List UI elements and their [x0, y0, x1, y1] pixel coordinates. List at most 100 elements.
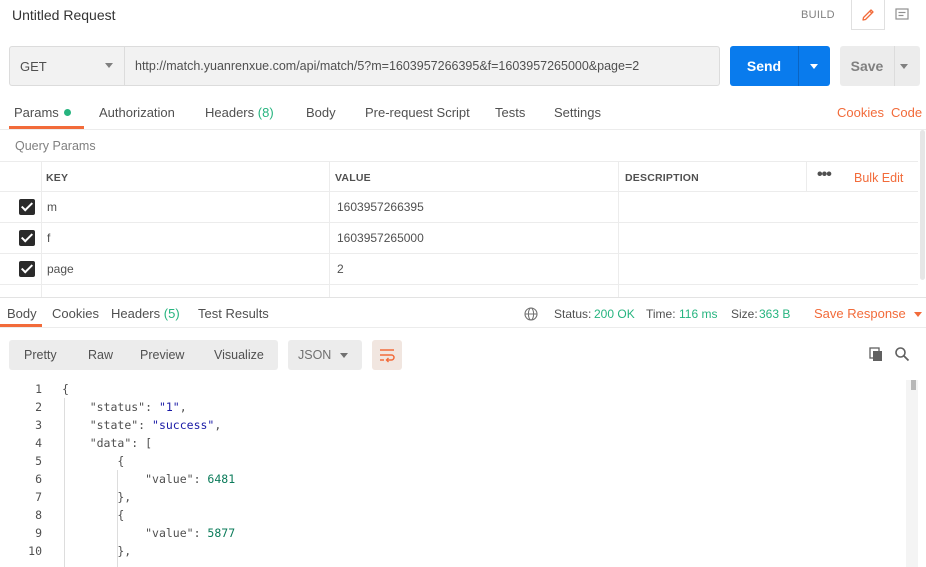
- view-mode-group: Pretty Raw Preview Visualize: [9, 340, 278, 370]
- view-pretty-button[interactable]: Pretty: [24, 348, 57, 362]
- response-tab-cookies[interactable]: Cookies: [52, 306, 99, 321]
- query-params-title: Query Params: [15, 139, 96, 153]
- code-text: },: [62, 490, 132, 504]
- code-line: 6 "value": 6481: [0, 470, 905, 488]
- view-preview-button[interactable]: Preview: [140, 348, 184, 362]
- response-tab-test-results[interactable]: Test Results: [198, 306, 269, 321]
- tab-params[interactable]: Params: [14, 105, 71, 120]
- code-line: 10 },: [0, 542, 905, 560]
- column-value: VALUE: [335, 172, 371, 184]
- param-key[interactable]: page: [47, 262, 74, 276]
- view-visualize-button[interactable]: Visualize: [214, 348, 264, 362]
- response-headers-count: (5): [163, 306, 180, 321]
- browse-mode-button[interactable]: [885, 0, 919, 30]
- code-line: 8 {: [0, 506, 905, 524]
- response-tab-headers[interactable]: Headers (5): [111, 306, 180, 321]
- search-button[interactable]: [892, 344, 912, 364]
- editor-scrollbar[interactable]: [906, 380, 918, 567]
- code-line: 9 "value": 5877: [0, 524, 905, 542]
- method-select[interactable]: GET: [9, 46, 125, 86]
- bulk-edit-link[interactable]: Bulk Edit: [854, 171, 903, 185]
- code-text: {: [62, 382, 69, 396]
- editor-scrollbar-thumb[interactable]: [911, 380, 916, 390]
- column-key: KEY: [46, 172, 69, 184]
- size-value[interactable]: 363 B: [759, 307, 790, 321]
- code-text: {: [62, 454, 125, 468]
- table-row: page 2: [0, 254, 918, 285]
- params-active-dot: [63, 109, 71, 117]
- param-key[interactable]: f: [47, 231, 50, 245]
- more-options-icon[interactable]: •••: [817, 166, 832, 184]
- checkbox-checked-icon[interactable]: [19, 261, 35, 277]
- save-response-button[interactable]: Save Response: [814, 306, 922, 321]
- param-value[interactable]: 1603957266395: [337, 200, 424, 214]
- url-input[interactable]: http://match.yuanrenxue.com/api/match/5?…: [124, 46, 720, 86]
- code-line: 5 {: [0, 452, 905, 470]
- pane-divider[interactable]: [0, 297, 926, 298]
- tab-tests[interactable]: Tests: [495, 105, 525, 120]
- table-header: KEY VALUE DESCRIPTION ••• Bulk Edit: [0, 161, 918, 192]
- dropdown-caret-icon: [340, 353, 348, 358]
- table-row: m 1603957266395: [0, 192, 918, 223]
- code-text: "value": 6481: [145, 472, 236, 486]
- save-button[interactable]: Save: [840, 46, 920, 86]
- time-label: Time:: [646, 307, 676, 321]
- line-number: 9: [35, 526, 42, 540]
- line-number: 7: [35, 490, 42, 504]
- send-button[interactable]: Send: [730, 46, 830, 86]
- table-row: f 1603957265000: [0, 223, 918, 254]
- save-label: Save: [850, 58, 884, 74]
- tab-params-label: Params: [14, 105, 59, 120]
- code-text: "state": "success",: [89, 418, 222, 432]
- line-number: 8: [35, 508, 42, 522]
- method-value: GET: [20, 58, 47, 74]
- line-number: 5: [35, 454, 42, 468]
- tab-prerequest-script[interactable]: Pre-request Script: [365, 105, 470, 120]
- view-raw-button[interactable]: Raw: [88, 348, 113, 362]
- mode-label: BUILD: [801, 9, 835, 21]
- tab-headers-count: (8): [257, 105, 274, 120]
- tab-body[interactable]: Body: [306, 105, 336, 120]
- checkbox-checked-icon[interactable]: [19, 230, 35, 246]
- globe-icon[interactable]: [524, 307, 538, 321]
- pencil-icon: [862, 8, 874, 21]
- time-value[interactable]: 116 ms: [679, 307, 717, 321]
- tab-headers[interactable]: Headers (8): [205, 105, 274, 120]
- copy-button[interactable]: [866, 344, 886, 364]
- code-text: {: [62, 508, 125, 522]
- response-tab-body[interactable]: Body: [7, 306, 37, 321]
- request-title[interactable]: Untitled Request: [12, 7, 116, 23]
- format-select[interactable]: JSON: [288, 340, 362, 370]
- line-number: 6: [35, 472, 42, 486]
- line-number: 1: [35, 382, 42, 396]
- save-response-label: Save Response: [814, 306, 906, 321]
- size-label: Size:: [731, 307, 758, 321]
- params-scrollbar[interactable]: [920, 130, 925, 280]
- checkbox-checked-icon[interactable]: [19, 199, 35, 215]
- cookies-link[interactable]: Cookies: [837, 105, 884, 120]
- copy-icon: [869, 347, 882, 361]
- send-label: Send: [746, 58, 782, 74]
- code-line: 1{: [0, 380, 905, 398]
- param-value[interactable]: 1603957265000: [337, 231, 424, 245]
- format-value: JSON: [298, 348, 332, 362]
- param-value[interactable]: 2: [337, 262, 344, 276]
- param-key[interactable]: m: [47, 200, 57, 214]
- line-number: 2: [35, 400, 42, 414]
- tab-authorization[interactable]: Authorization: [99, 105, 175, 120]
- code-link[interactable]: Code: [891, 105, 922, 120]
- column-divider: [806, 161, 807, 192]
- code-text: "value": 5877: [145, 526, 236, 540]
- response-body-editor[interactable]: 1{ 2 "status": "1", 3 "state": "success"…: [0, 380, 926, 567]
- wrap-lines-button[interactable]: [372, 340, 402, 370]
- comment-icon: [895, 8, 909, 20]
- code-line: 2 "status": "1",: [0, 398, 905, 416]
- code-text: },: [62, 544, 132, 558]
- search-icon: [895, 347, 910, 362]
- send-options-caret-icon[interactable]: [810, 64, 818, 69]
- build-mode-button[interactable]: [851, 0, 885, 30]
- code-text: "data": [: [89, 436, 153, 450]
- tab-settings[interactable]: Settings: [554, 105, 601, 120]
- save-options-caret-icon[interactable]: [900, 64, 908, 69]
- status-value[interactable]: 200 OK: [594, 307, 635, 321]
